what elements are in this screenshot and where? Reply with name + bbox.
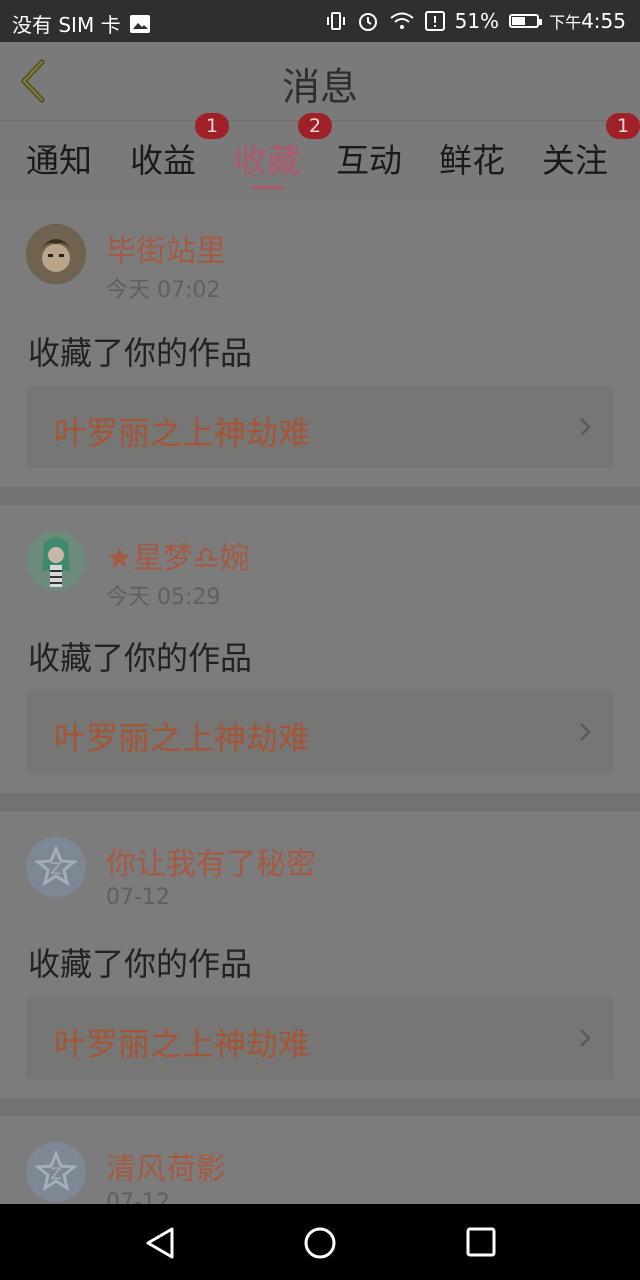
- vibrate-icon: [325, 11, 347, 31]
- sender-name[interactable]: 你让我有了秘密: [106, 839, 316, 883]
- wifi-icon: [389, 11, 415, 31]
- time-ampm: 下午: [549, 13, 582, 32]
- sender-name[interactable]: 毕街站里: [106, 226, 226, 270]
- sender-name[interactable]: 清风荷影: [106, 1144, 226, 1188]
- avatar[interactable]: [26, 531, 86, 591]
- clock: 4:55: [581, 9, 626, 33]
- message-time: 07-12: [106, 1190, 170, 1204]
- action-text: 收藏了你的作品: [28, 639, 253, 677]
- tab-earnings[interactable]: 收益: [130, 134, 196, 182]
- tab-flowers[interactable]: 鲜花: [439, 134, 505, 182]
- tab-favorites[interactable]: 收藏: [234, 134, 300, 182]
- page-title: 消息: [281, 65, 358, 109]
- sender-name[interactable]: ★星梦♎婉: [106, 533, 250, 577]
- work-title: 叶罗丽之上神劫难: [54, 1025, 311, 1063]
- divider: [0, 1098, 640, 1116]
- tab-notifications[interactable]: 通知: [26, 134, 92, 182]
- square-recents-icon: [466, 1227, 496, 1257]
- circle-home-icon: [304, 1227, 336, 1259]
- carrier-label: 没有 SIM 卡: [12, 13, 121, 37]
- chevron-right-icon: [580, 1029, 591, 1047]
- divider: [0, 793, 640, 811]
- nav-recents-button[interactable]: [465, 1226, 497, 1262]
- svg-text:Z: Z: [51, 859, 62, 878]
- app-header: 消息: [0, 42, 640, 121]
- tab-follows-badge: 1: [606, 113, 640, 139]
- tab-favorites-badge: 2: [298, 113, 332, 139]
- image-icon: [129, 14, 151, 34]
- work-title: 叶罗丽之上神劫难: [54, 719, 311, 757]
- default-avatar-icon[interactable]: Z: [26, 837, 86, 897]
- nav-back-button[interactable]: [144, 1226, 176, 1264]
- message-time: 今天 07:02: [106, 278, 221, 303]
- message-time: 今天 05:29: [106, 585, 221, 610]
- default-avatar-icon[interactable]: Z: [26, 1142, 86, 1202]
- tab-interactions[interactable]: 互动: [336, 134, 402, 182]
- battery-percent: 51%: [454, 9, 500, 33]
- avatar[interactable]: [26, 224, 86, 284]
- work-link[interactable]: 叶罗丽之上神劫难: [26, 997, 614, 1079]
- chevron-right-icon: [580, 723, 591, 741]
- navigation-bar: [0, 1204, 640, 1280]
- action-text: 收藏了你的作品: [28, 945, 253, 983]
- chevron-right-icon: [580, 418, 591, 436]
- work-link[interactable]: 叶罗丽之上神劫难: [26, 691, 614, 773]
- action-text: 收藏了你的作品: [28, 334, 253, 372]
- alert-icon: [424, 11, 445, 31]
- tab-earnings-badge: 1: [195, 113, 229, 139]
- message-item: Z 清风荷影 07-12: [0, 1116, 640, 1204]
- tab-follows[interactable]: 关注: [542, 134, 608, 182]
- active-tab-indicator: [252, 186, 284, 189]
- triangle-back-icon: [146, 1227, 174, 1259]
- message-item: ★星梦♎婉 今天 05:29 收藏了你的作品 叶罗丽之上神劫难: [0, 505, 640, 793]
- message-time: 07-12: [106, 885, 170, 910]
- battery-icon: [509, 14, 543, 28]
- divider: [0, 487, 640, 505]
- work-title: 叶罗丽之上神劫难: [54, 414, 311, 452]
- work-link[interactable]: 叶罗丽之上神劫难: [26, 386, 614, 468]
- message-item: Z 你让我有了秘密 07-12 收藏了你的作品 叶罗丽之上神劫难: [0, 811, 640, 1098]
- nav-home-button[interactable]: [303, 1226, 337, 1264]
- svg-text:Z: Z: [51, 1164, 62, 1183]
- message-item: 毕街站里 今天 07:02 收藏了你的作品 叶罗丽之上神劫难: [0, 200, 640, 487]
- status-bar: 没有 SIM 卡 51% 下午4:55: [0, 0, 640, 42]
- alarm-icon: [357, 10, 379, 32]
